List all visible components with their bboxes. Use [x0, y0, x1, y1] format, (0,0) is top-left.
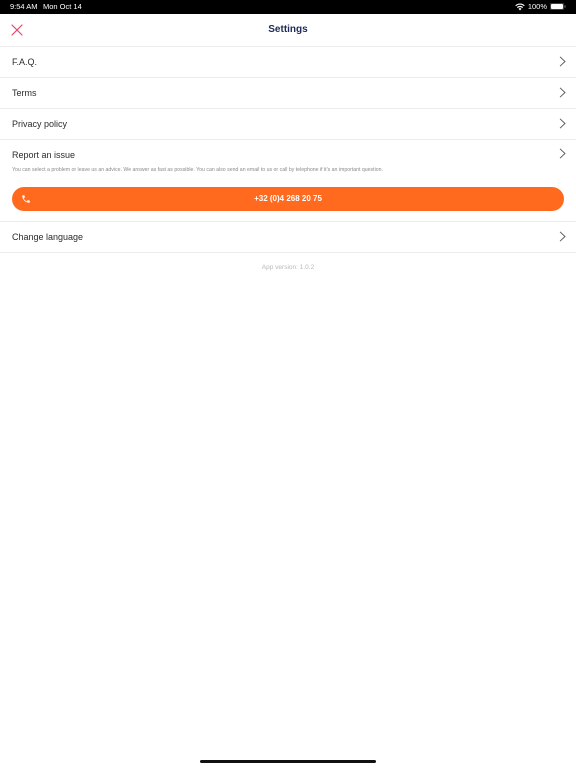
battery-icon	[550, 3, 566, 10]
chevron-right-icon	[559, 231, 566, 242]
report-issue-description: You can select a problem or leave us an …	[12, 167, 383, 173]
privacy-policy-row[interactable]: Privacy policy	[0, 109, 576, 140]
faq-label: F.A.Q.	[12, 57, 38, 67]
status-time: 9:54 AM	[10, 2, 38, 11]
change-language-row[interactable]: Change language	[0, 222, 576, 253]
privacy-policy-label: Privacy policy	[12, 119, 68, 129]
terms-label: Terms	[12, 88, 37, 98]
wifi-icon	[515, 2, 525, 11]
report-issue-section: Report an issue You can select a problem…	[0, 140, 576, 222]
home-indicator[interactable]	[200, 760, 376, 763]
chevron-right-icon[interactable]	[559, 148, 566, 159]
page-title: Settings	[268, 24, 308, 35]
report-issue-button[interactable]: Report an issue	[12, 150, 75, 160]
change-language-label: Change language	[12, 232, 84, 242]
header: Settings	[0, 14, 576, 47]
call-phone-button[interactable]: +32 (0)4 268 20 75	[12, 187, 564, 211]
faq-row[interactable]: F.A.Q.	[0, 47, 576, 78]
battery-percent: 100%	[527, 2, 547, 11]
status-indicators: 100%	[515, 2, 566, 11]
chevron-right-icon	[559, 56, 566, 67]
settings-screen: 9:54 AM Mon Oct 14 100% Settings F.A.Q. …	[0, 0, 576, 768]
status-bar: 9:54 AM Mon Oct 14 100%	[0, 0, 576, 14]
status-date: Mon Oct 14	[43, 2, 82, 11]
phone-number: +32 (0)4 268 20 75	[254, 194, 322, 203]
app-version: App version: 1.0.2	[261, 264, 315, 271]
chevron-right-icon	[559, 118, 566, 129]
chevron-right-icon	[559, 87, 566, 98]
terms-row[interactable]: Terms	[0, 78, 576, 109]
